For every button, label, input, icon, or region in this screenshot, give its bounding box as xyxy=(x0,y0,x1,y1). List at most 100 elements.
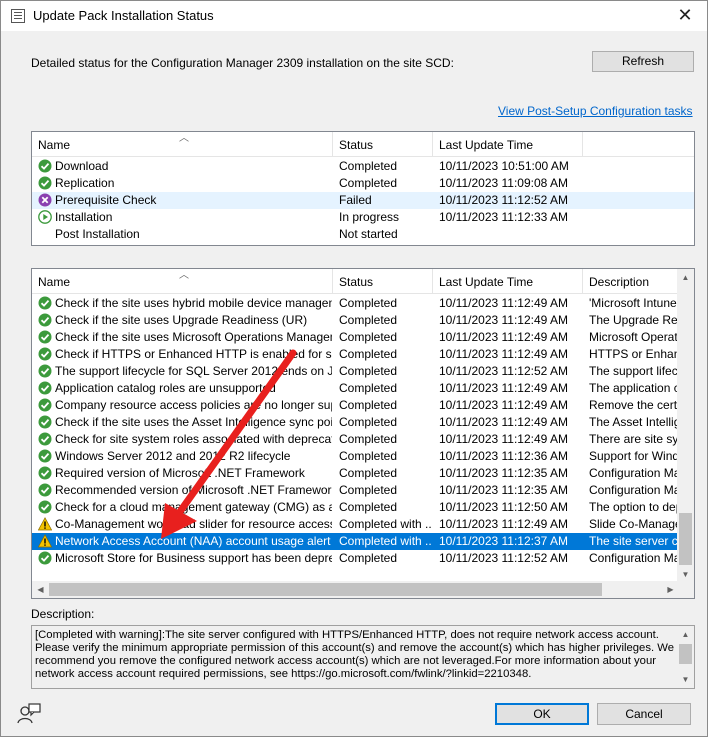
list-item[interactable]: Company resource access policies are no … xyxy=(32,397,679,414)
cell-description: The site server co xyxy=(589,534,679,548)
cell-last-update: 10/11/2023 11:12:52 AM xyxy=(439,364,568,378)
column-header-status[interactable]: Status xyxy=(333,269,433,294)
cell-last-update: 10/11/2023 11:12:50 AM xyxy=(439,500,568,514)
post-setup-link[interactable]: View Post-Setup Configuration tasks xyxy=(498,104,693,118)
column-header-last-update[interactable]: Last Update Time xyxy=(433,269,583,294)
cell-last-update: 10/11/2023 11:12:35 AM xyxy=(439,466,568,480)
status-caption: Detailed status for the Configuration Ma… xyxy=(31,56,454,70)
check-icon xyxy=(38,313,52,327)
cell-status: Completed xyxy=(339,449,398,463)
cell-status: Completed xyxy=(339,415,398,429)
vertical-scrollbar[interactable]: ▲ ▼ xyxy=(677,269,694,583)
cell-name: Download xyxy=(55,159,109,173)
window-icon xyxy=(11,9,25,23)
cell-last-update: 10/11/2023 11:12:52 AM xyxy=(439,551,568,565)
cell-last-update: 10/11/2023 11:12:49 AM xyxy=(439,330,568,344)
scroll-up-icon[interactable]: ▲ xyxy=(677,269,694,286)
description-scrollbar[interactable]: ▲ ▼ xyxy=(677,626,694,688)
refresh-button[interactable]: Refresh xyxy=(592,51,694,72)
list-item[interactable]: Check if the site uses Upgrade Readiness… xyxy=(32,312,679,329)
list-item[interactable]: Check if the site uses hybrid mobile dev… xyxy=(32,295,679,312)
phase-list[interactable]: Name Status Last Update Time ︿ Download C… xyxy=(31,131,695,246)
cell-name: Prerequisite Check xyxy=(55,193,157,207)
cell-name: Replication xyxy=(55,176,115,190)
scroll-up-icon[interactable]: ▲ xyxy=(677,626,694,643)
list-item[interactable]: Windows Server 2012 and 2012 R2 lifecycl… xyxy=(32,448,679,465)
list-item[interactable]: Check if the site uses the Asset Intelli… xyxy=(32,414,679,431)
check-icon xyxy=(38,159,52,173)
cell-name: Check if the site uses hybrid mobile dev… xyxy=(55,296,332,310)
cell-status: Completed xyxy=(339,364,398,378)
check-icon xyxy=(38,347,52,361)
phase-list-header: Name Status Last Update Time ︿ xyxy=(32,132,694,157)
cell-description: The Asset Intellige xyxy=(589,415,679,429)
list-item[interactable]: Post Installation Not started xyxy=(32,226,694,243)
cell-last-update: 10/11/2023 11:12:49 AM xyxy=(439,398,568,412)
cell-description: The support lifecy xyxy=(589,364,679,378)
cell-name: Application catalog roles are unsupporte… xyxy=(55,381,276,395)
list-item[interactable]: Network Access Account (NAA) account usa… xyxy=(32,533,679,550)
cell-status: Completed xyxy=(339,551,398,565)
list-item[interactable]: Application catalog roles are unsupporte… xyxy=(32,380,679,397)
cell-status: Completed xyxy=(339,347,398,361)
cell-description: The Upgrade Read xyxy=(589,313,679,327)
sort-caret-icon: ︿ xyxy=(179,270,189,281)
check-icon xyxy=(38,483,52,497)
cell-description: Configuration Man xyxy=(589,483,679,497)
column-header-last-update[interactable]: Last Update Time xyxy=(433,132,583,157)
cell-name: Installation xyxy=(55,210,113,224)
list-item[interactable]: Co-Management workload slider for resour… xyxy=(32,516,679,533)
cell-status: Completed xyxy=(339,483,398,497)
error-icon xyxy=(38,193,52,207)
scroll-thumb[interactable] xyxy=(679,513,692,565)
list-item[interactable]: The support lifecycle for SQL Server 201… xyxy=(32,363,679,380)
list-item[interactable]: Replication Completed 10/11/2023 11:09:08 … xyxy=(32,175,694,192)
description-box[interactable]: [Completed with warning]:The site server… xyxy=(31,625,695,689)
cell-last-update: 10/11/2023 11:09:08 AM xyxy=(439,176,568,190)
prerequisite-check-list[interactable]: Name Status Last Update Time Description… xyxy=(31,268,695,599)
close-button[interactable]: ✕ xyxy=(667,1,703,31)
scroll-thumb[interactable] xyxy=(679,644,692,664)
cell-last-update: 10/11/2023 11:12:36 AM xyxy=(439,449,568,463)
check-icon xyxy=(38,330,52,344)
play-icon xyxy=(38,210,52,224)
cell-name: Recommended version of Microsoft .NET Fr… xyxy=(55,483,332,497)
list-item[interactable]: Check if the site uses Microsoft Operati… xyxy=(32,329,679,346)
cancel-button[interactable]: Cancel xyxy=(597,703,691,725)
cell-status: Completed xyxy=(339,330,398,344)
cell-name: Windows Server 2012 and 2012 R2 lifecycl… xyxy=(55,449,291,463)
list-item[interactable]: Check for site system roles associated w… xyxy=(32,431,679,448)
list-item[interactable]: Installation In progress 10/11/2023 11:12:… xyxy=(32,209,694,226)
scroll-left-icon[interactable]: ◀ xyxy=(32,581,49,598)
column-header-description[interactable]: Description xyxy=(583,269,679,294)
list-item[interactable]: Download Completed 10/11/2023 10:51:00 AM xyxy=(32,158,694,175)
cell-last-update: 10/11/2023 11:12:49 AM xyxy=(439,296,568,310)
column-header-status[interactable]: Status xyxy=(333,132,433,157)
list-item[interactable]: Check for a cloud management gateway (CM… xyxy=(32,499,679,516)
cell-last-update: 10/11/2023 11:12:33 AM xyxy=(439,210,568,224)
list-item[interactable]: Check if HTTPS or Enhanced HTTP is enabl… xyxy=(32,346,679,363)
hscroll-thumb[interactable] xyxy=(49,583,602,596)
cell-name: Company resource access policies are no … xyxy=(55,398,332,412)
feedback-icon[interactable] xyxy=(16,701,42,727)
check-icon xyxy=(38,398,52,412)
list-item[interactable]: Microsoft Store for Business support has… xyxy=(32,550,679,567)
cell-name: Network Access Account (NAA) account usa… xyxy=(55,534,331,548)
list-item[interactable]: Recommended version of Microsoft .NET Fr… xyxy=(32,482,679,499)
scroll-down-icon[interactable]: ▼ xyxy=(677,671,694,688)
cell-name: Microsoft Store for Business support has… xyxy=(55,551,332,565)
cell-description: Configuration Man xyxy=(589,551,679,565)
cell-last-update: 10/11/2023 11:12:49 AM xyxy=(439,347,568,361)
list-item[interactable]: Required version of Microsoft .NET Frame… xyxy=(32,465,679,482)
check-icon xyxy=(38,381,52,395)
horizontal-scrollbar[interactable]: ◀ ▶ xyxy=(32,581,679,598)
cell-name: Post Installation xyxy=(55,227,140,241)
ok-button[interactable]: OK xyxy=(495,703,589,725)
cell-name: Check if the site uses the Asset Intelli… xyxy=(55,415,332,429)
cell-status: Completed with ... xyxy=(339,534,431,548)
cell-name: Check for site system roles associated w… xyxy=(55,432,332,446)
cell-description: The option to depl xyxy=(589,500,679,514)
list-item[interactable]: Prerequisite Check Failed 10/11/2023 11:12… xyxy=(32,192,694,209)
check-icon xyxy=(38,364,52,378)
window-title: Update Pack Installation Status xyxy=(33,8,214,23)
